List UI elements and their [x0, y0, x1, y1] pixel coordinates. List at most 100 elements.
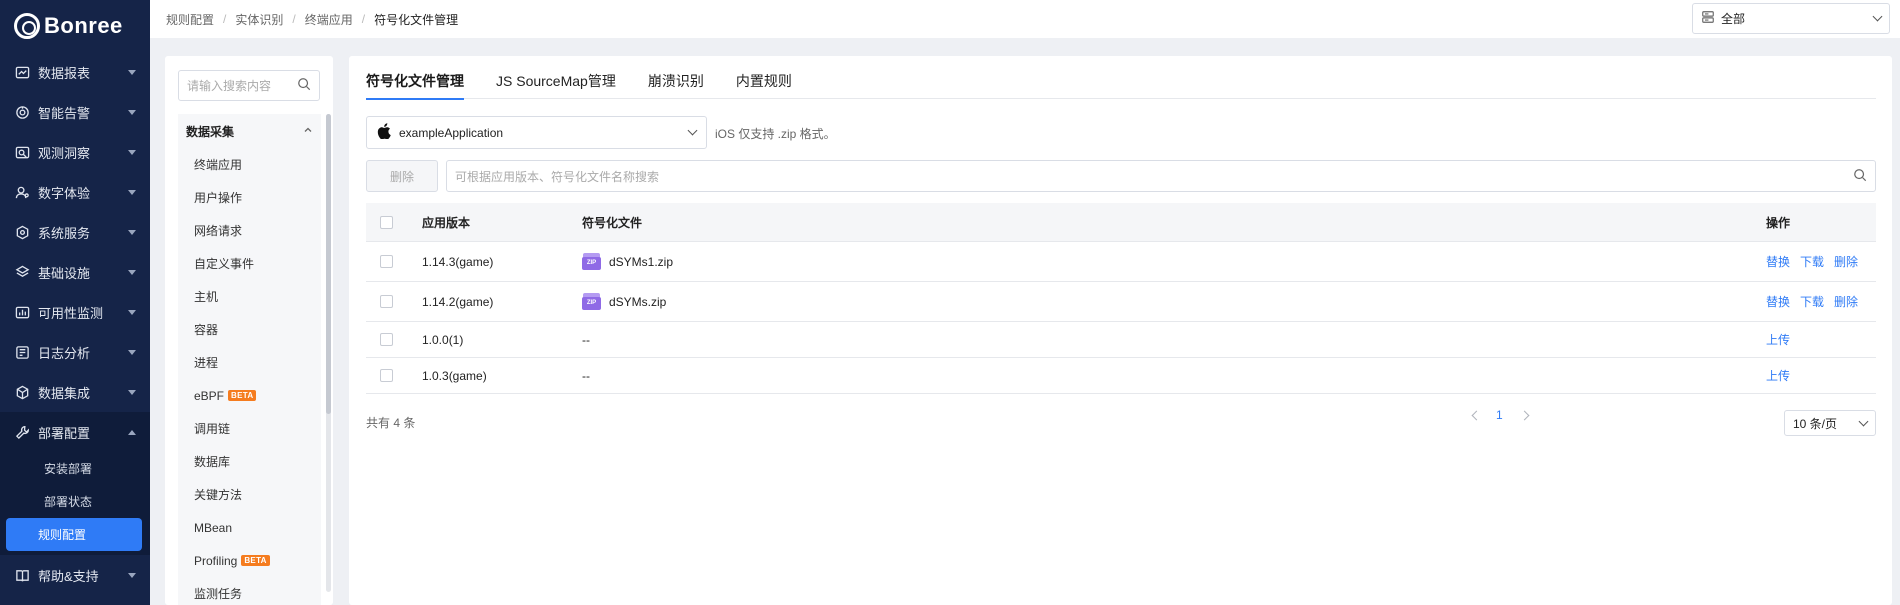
- nav-item-label: 基础设施: [38, 265, 91, 281]
- brand-name: Bonree: [44, 13, 123, 38]
- tree-item-monitor-task[interactable]: 监测任务: [178, 577, 321, 605]
- chevron-down-icon: [687, 125, 698, 136]
- tab-symbol-files[interactable]: 符号化文件管理: [366, 68, 464, 100]
- alarm-icon: [14, 104, 30, 120]
- nav-item-infrastructure[interactable]: 基础设施: [0, 252, 150, 292]
- nav-item-availability[interactable]: 可用性监测: [0, 292, 150, 332]
- nav-item-smart-alarm[interactable]: 智能告警: [0, 92, 150, 132]
- file-search-input[interactable]: 可根据应用版本、符号化文件名称搜索: [446, 160, 1876, 192]
- row-checkbox[interactable]: [380, 255, 393, 268]
- tree-group-data-collection[interactable]: 数据采集: [178, 114, 321, 148]
- tab-js-sourcemap[interactable]: JS SourceMap管理: [496, 68, 616, 99]
- nav-item-label: 系统服务: [38, 225, 91, 241]
- app-select[interactable]: exampleApplication: [366, 116, 707, 149]
- delete-link[interactable]: 删除: [1834, 253, 1858, 270]
- prev-page-icon[interactable]: [1471, 410, 1482, 420]
- scope-select[interactable]: 全部: [1692, 3, 1890, 34]
- nav-item-deploy-config[interactable]: 部署配置: [0, 412, 150, 452]
- tree-item-label: MBean: [194, 520, 233, 535]
- row-checkbox[interactable]: [380, 369, 393, 382]
- tab-bar: 符号化文件管理 JS SourceMap管理 崩溃识别 内置规则: [366, 68, 1876, 100]
- next-page-icon[interactable]: [1519, 410, 1530, 420]
- tree-item-profiling[interactable]: Profiling BETA: [178, 544, 321, 577]
- nav-sub-deploy-status[interactable]: 部署状态: [6, 485, 142, 518]
- table-row: 1.0.3(game) -- 上传: [366, 358, 1876, 394]
- table-row: 1.14.2(game) ZIP dSYMs.zip 替换 下载 删除: [366, 282, 1876, 322]
- upload-link[interactable]: 上传: [1766, 367, 1790, 384]
- cell-app-version: 1.14.2(game): [422, 294, 494, 309]
- tree-item-container[interactable]: 容器: [178, 313, 321, 346]
- chevron-down-icon: [128, 109, 136, 115]
- breadcrumb-rule-config[interactable]: 规则配置: [166, 11, 214, 28]
- tree-item-terminal-app[interactable]: 终端应用: [178, 148, 321, 181]
- breadcrumb-separator: /: [292, 12, 296, 26]
- breadcrumb-entity-recognition[interactable]: 实体识别: [235, 11, 283, 28]
- cell-symbol-file: --: [582, 368, 590, 383]
- tree-item-label: 用户操作: [194, 191, 243, 205]
- nav-item-data-integration[interactable]: 数据集成: [0, 372, 150, 412]
- download-link[interactable]: 下载: [1800, 253, 1824, 270]
- tree-item-label: Profiling: [194, 553, 238, 568]
- tree-list: 数据采集 终端应用 用户操作 网络请求 自定义事件 主机 容器 进程 eBPF B…: [178, 114, 321, 605]
- nav-sub-rule-config[interactable]: 规则配置: [6, 518, 142, 551]
- cell-symbol-file: dSYMs.zip: [609, 294, 667, 309]
- tree-search-placeholder: 请输入搜索内容: [187, 79, 272, 93]
- tree-item-process[interactable]: 进程: [178, 346, 321, 379]
- replace-link[interactable]: 替换: [1766, 293, 1790, 310]
- delete-button[interactable]: 删除: [366, 160, 438, 192]
- cell-app-version: 1.0.3(game): [422, 368, 487, 383]
- wrench-icon: [14, 424, 30, 440]
- chevron-up-icon: [128, 429, 136, 435]
- nav-item-system-service[interactable]: 系统服务: [0, 212, 150, 252]
- row-checkbox[interactable]: [380, 333, 393, 346]
- breadcrumb-separator: /: [361, 12, 366, 26]
- upload-link[interactable]: 上传: [1766, 331, 1790, 348]
- page-size-select[interactable]: 10 条/页: [1784, 410, 1876, 436]
- nav-item-label: 日志分析: [38, 345, 91, 361]
- integration-icon: [14, 384, 30, 400]
- nav-item-data-reports[interactable]: 数据报表: [0, 52, 150, 92]
- tree-item-label: 进程: [194, 356, 219, 370]
- nav-item-help-support[interactable]: 帮助&支持: [0, 555, 150, 595]
- tree-item-key-method[interactable]: 关键方法: [178, 478, 321, 511]
- table-row: 1.0.0(1) -- 上传: [366, 322, 1876, 358]
- tab-crash-recognition[interactable]: 崩溃识别: [648, 68, 704, 99]
- tab-builtin-rules[interactable]: 内置规则: [736, 68, 792, 99]
- cell-symbol-file: dSYMs1.zip: [609, 254, 674, 269]
- tree-scrollbar[interactable]: [326, 114, 331, 592]
- tree-search-input[interactable]: 请输入搜索内容: [178, 70, 320, 101]
- availability-icon: [14, 304, 30, 320]
- tree-item-user-action[interactable]: 用户操作: [178, 181, 321, 214]
- chevron-down-icon: [128, 149, 136, 155]
- chevron-down-icon: [128, 572, 136, 578]
- tree-item-network-request[interactable]: 网络请求: [178, 214, 321, 247]
- nav-item-insight[interactable]: 观测洞察: [0, 132, 150, 172]
- nav-sub-install-deploy[interactable]: 安装部署: [6, 452, 142, 485]
- row-checkbox[interactable]: [380, 295, 393, 308]
- tree-item-custom-event[interactable]: 自定义事件: [178, 247, 321, 280]
- file-search-placeholder: 可根据应用版本、符号化文件名称搜索: [455, 169, 660, 184]
- tree-item-mbean[interactable]: MBean: [178, 511, 321, 544]
- search-icon: [1853, 168, 1867, 185]
- tree-item-trace[interactable]: 调用链: [178, 412, 321, 445]
- scrollbar-thumb[interactable]: [326, 114, 331, 414]
- pagination: 1: [1469, 408, 1530, 422]
- tree-item-database[interactable]: 数据库: [178, 445, 321, 478]
- tree-item-ebpf[interactable]: eBPF BETA: [178, 379, 321, 412]
- scope-icon: [1701, 10, 1715, 27]
- breadcrumb-terminal-app[interactable]: 终端应用: [305, 11, 353, 28]
- select-all-checkbox[interactable]: [380, 215, 393, 229]
- tree-item-host[interactable]: 主机: [178, 280, 321, 313]
- chevron-down-icon: [128, 309, 136, 315]
- delete-link[interactable]: 删除: [1834, 293, 1858, 310]
- brand-logo[interactable]: Bonree: [0, 0, 150, 52]
- nav-item-label: 数据报表: [38, 65, 91, 81]
- current-page[interactable]: 1: [1496, 408, 1503, 422]
- replace-link[interactable]: 替换: [1766, 253, 1790, 270]
- header-actions: 操作: [1766, 215, 1791, 230]
- user-experience-icon: [14, 184, 30, 200]
- nav-item-log-analysis[interactable]: 日志分析: [0, 332, 150, 372]
- nav-item-digital-experience[interactable]: 数字体验: [0, 172, 150, 212]
- download-link[interactable]: 下载: [1800, 293, 1824, 310]
- chevron-down-icon: [128, 69, 136, 75]
